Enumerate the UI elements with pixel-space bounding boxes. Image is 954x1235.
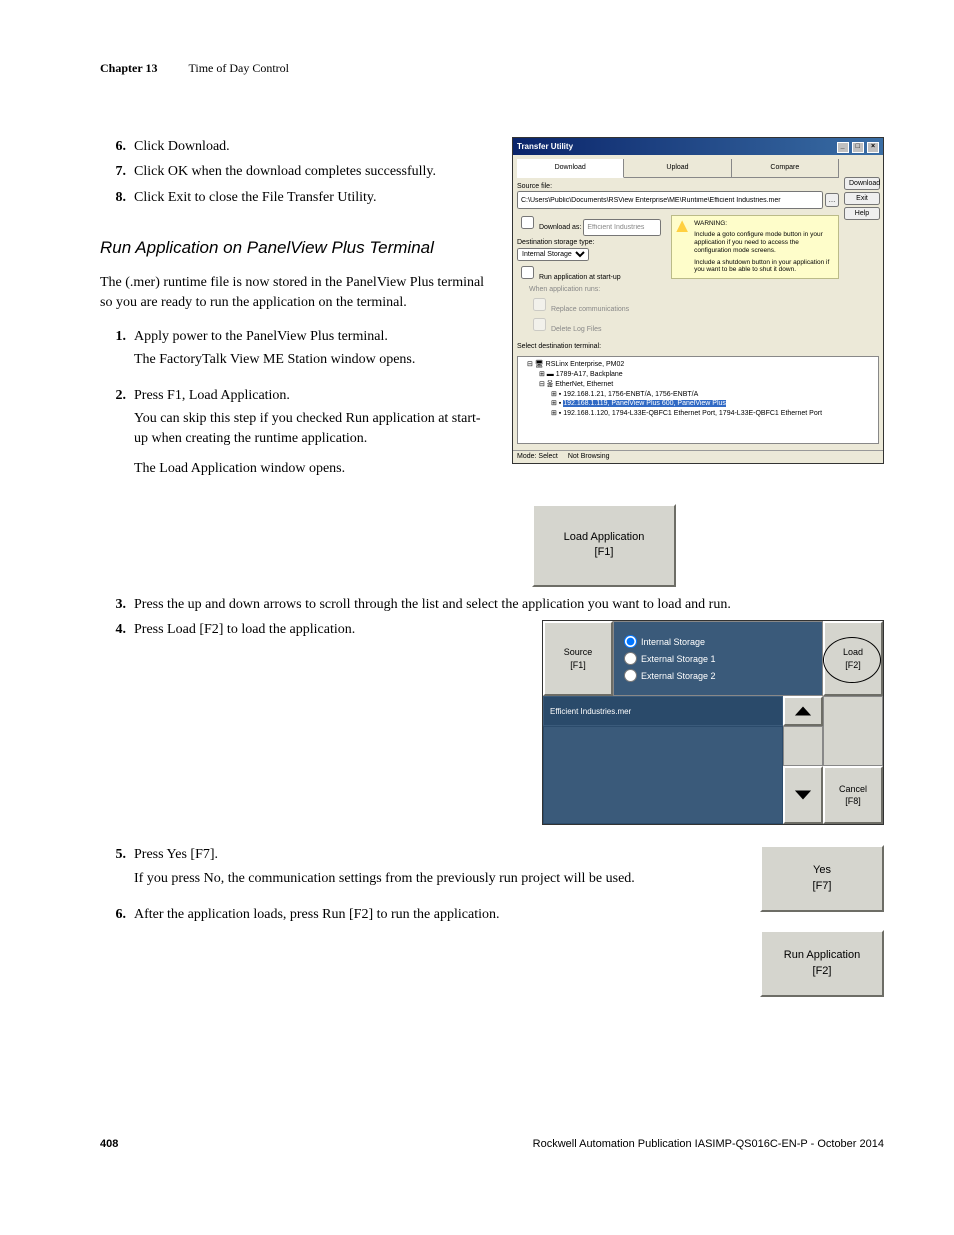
destination-tree[interactable]: ⊟ 🖥 RSLinx Enterprise, PM02 ⊞ ▬ 1789-A17… <box>517 356 879 444</box>
tab-compare[interactable]: Compare <box>732 159 839 177</box>
run-at-startup-checkbox[interactable] <box>521 266 534 279</box>
load-application-window: Source [F1] Internal Storage External St… <box>542 620 884 825</box>
tree-selected-node: 192.168.1.119, PanelView Plus 600, Panel… <box>563 400 726 407</box>
dest-type-label: Destination storage type: <box>517 238 665 248</box>
download-as-label: Download as: <box>539 224 581 231</box>
warning-text-1: Include a goto configure mode button in … <box>694 231 834 254</box>
page-header: Chapter 13 Time of Day Control <box>100 60 884 77</box>
browse-button[interactable]: … <box>825 193 839 207</box>
chapter-label: Chapter 13 <box>100 61 157 75</box>
window-controls: _ □ × <box>836 140 879 153</box>
list-item: 4. Press Load [F2] to load the applicati… <box>100 620 492 640</box>
list-item: 8.Click Exit to close the File Transfer … <box>100 188 492 208</box>
warning-box: WARNING: Include a goto configure mode b… <box>671 215 839 279</box>
maximize-icon[interactable]: □ <box>852 142 864 153</box>
select-dest-label: Select destination terminal: <box>517 342 879 352</box>
list-item: 2.Press F1, Load Application.You can ski… <box>100 386 492 488</box>
warning-text-2: Include a shutdown button in your applic… <box>694 259 834 275</box>
download-as-checkbox[interactable] <box>521 216 534 229</box>
exit-button[interactable]: Exit <box>844 192 880 205</box>
load-f2-button[interactable]: Load [F2] <box>823 621 883 696</box>
delete-log-checkbox <box>533 318 546 331</box>
tabs: Download Upload Compare <box>517 159 839 178</box>
list-item: 5.Press Yes [F7].If you press No, the co… <box>100 845 720 898</box>
section-heading: Run Application on PanelView Plus Termin… <box>100 236 492 260</box>
chapter-title: Time of Day Control <box>188 61 289 75</box>
status-bar: Mode: Select Not Browsing <box>513 450 883 463</box>
download-button[interactable]: Download <box>844 177 880 190</box>
cancel-f8-button[interactable]: Cancel [F8] <box>823 766 883 824</box>
run-application-f2-button[interactable]: Run Application [F2] <box>760 930 884 997</box>
scroll-up-button[interactable] <box>783 696 823 726</box>
warning-icon <box>676 220 688 232</box>
chevron-down-icon <box>794 789 812 801</box>
tab-upload[interactable]: Upload <box>624 159 731 177</box>
replace-comm-checkbox <box>533 298 546 311</box>
list-item: 3. Press the up and down arrows to scrol… <box>100 595 884 615</box>
source-file-label: Source file: <box>517 182 839 192</box>
page-number: 408 <box>100 1137 118 1152</box>
source-f1-button[interactable]: Source [F1] <box>543 621 613 696</box>
run-steps-b: 5.Press Yes [F7].If you press No, the co… <box>100 845 720 924</box>
list-item: 6.Click Download. <box>100 137 492 157</box>
list-item: 7.Click OK when the download completes s… <box>100 162 492 182</box>
list-item: 6.After the application loads, press Run… <box>100 905 720 925</box>
app-list[interactable] <box>543 726 783 824</box>
publication-info: Rockwell Automation Publication IASIMP-Q… <box>533 1137 884 1152</box>
download-as-input[interactable] <box>583 219 661 236</box>
status-mode: Mode: Select <box>517 452 558 462</box>
scroll-down-button[interactable] <box>783 766 823 824</box>
list-item: 1.Apply power to the PanelView Plus term… <box>100 327 492 380</box>
storage-options: Internal Storage External Storage 1 Exte… <box>613 621 823 696</box>
source-file-input[interactable] <box>517 191 823 209</box>
intro-paragraph: The (.mer) runtime file is now stored in… <box>100 273 492 312</box>
top-steps-list: 6.Click Download. 7.Click OK when the dow… <box>100 137 492 208</box>
run-at-startup-label: Run application at start-up <box>539 274 621 281</box>
title-bar: Transfer Utility _ □ × <box>513 138 883 155</box>
internal-storage-radio[interactable] <box>624 635 637 648</box>
external-storage-1-radio[interactable] <box>624 652 637 665</box>
run-steps-a: 1.Apply power to the PanelView Plus term… <box>100 327 492 489</box>
minimize-icon[interactable]: _ <box>837 142 849 153</box>
load-application-f1-button[interactable]: Load Application [F1] <box>532 504 676 587</box>
close-icon[interactable]: × <box>867 142 879 153</box>
page-footer: 408 Rockwell Automation Publication IASI… <box>100 1137 884 1152</box>
help-button[interactable]: Help <box>844 207 880 220</box>
external-storage-2-radio[interactable] <box>624 669 637 682</box>
transfer-utility-window: Transfer Utility _ □ × Download Upload C… <box>512 137 884 464</box>
window-title: Transfer Utility <box>517 141 573 152</box>
when-runs-label: When application runs: <box>529 285 665 295</box>
tab-download[interactable]: Download <box>517 159 624 178</box>
status-browse: Not Browsing <box>568 452 610 462</box>
yes-f7-button[interactable]: Yes [F7] <box>760 845 884 912</box>
app-list-selected[interactable]: Efficient Industries.mer <box>543 696 783 726</box>
chevron-up-icon <box>794 705 812 717</box>
dest-type-select[interactable]: Internal Storage <box>517 248 589 261</box>
warning-heading: WARNING: <box>694 220 834 228</box>
